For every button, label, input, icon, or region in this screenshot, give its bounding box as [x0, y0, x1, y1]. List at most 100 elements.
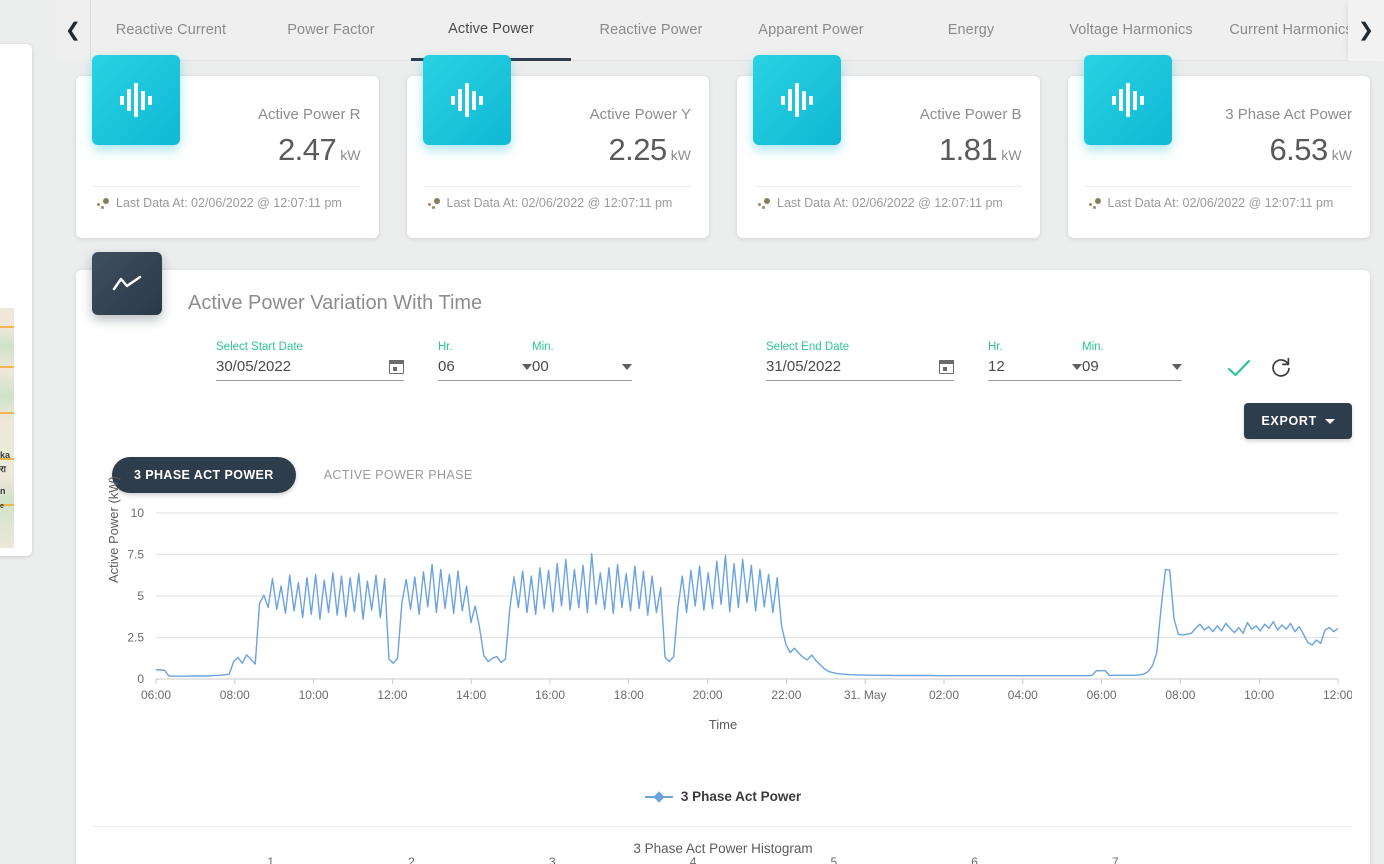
kpi-last-data: Last Data At: 02/06/2022 @ 12:07:11 pm: [1107, 196, 1334, 210]
kpi-card[interactable]: 3 Phase Act Power 6.53 kW Last Data At: 02/…: [1067, 55, 1370, 238]
start-date-value: 30/05/2022: [216, 358, 292, 375]
map-thumbnail[interactable]: ka रा n e: [0, 308, 14, 548]
start-hour-value: 06: [438, 358, 455, 375]
kpi-footer: Last Data At: 02/06/2022 @ 12:07:11 pm: [94, 187, 361, 210]
histogram-svg: 1 2 3 4 5 6 7: [267, 855, 1119, 864]
tab-power-factor[interactable]: Power Factor: [251, 0, 411, 61]
x-axis-label: Time: [708, 717, 738, 732]
svg-text:2.5: 2.5: [127, 631, 144, 645]
trend-line-icon: [92, 252, 162, 315]
series-toggle-group: 3 PHASE ACT POWER ACTIVE POWER PHASE: [94, 439, 1352, 493]
apply-filter-button[interactable]: [1226, 355, 1252, 381]
end-hour-value: 12: [988, 358, 1005, 375]
waveform-icon: [753, 55, 841, 145]
tab-reactive-power[interactable]: Reactive Power: [571, 0, 731, 61]
date-range-filters: Select Start Date 30/05/2022 Hr. 06 Min.…: [94, 315, 1352, 381]
data-point-icon: [1088, 197, 1101, 210]
svg-text:12:00: 12:00: [1323, 688, 1352, 702]
svg-text:08:00: 08:00: [1165, 688, 1195, 702]
svg-text:0: 0: [137, 672, 144, 686]
kpi-card-row: Active Power R 2.47 kW Last Data At: 02/06/…: [76, 55, 1370, 238]
tab-apparent-power[interactable]: Apparent Power: [731, 0, 891, 61]
svg-text:14:00: 14:00: [456, 688, 486, 702]
legend-marker-icon: [644, 790, 673, 803]
start-minute-select[interactable]: Min. 00: [532, 341, 632, 381]
series-toggle-1[interactable]: 3 PHASE ACT POWER: [112, 457, 296, 493]
chart-legend[interactable]: 3 Phase Act Power: [94, 763, 1352, 804]
end-date-label: Select End Date: [766, 341, 850, 353]
waveform-icon: [92, 55, 180, 145]
tab-current-harmonics[interactable]: Current Harmonics: [1211, 0, 1371, 61]
chevron-left-icon[interactable]: ❮: [56, 0, 90, 61]
histogram-title: 3 Phase Act Power Histogram: [633, 841, 813, 856]
left-overview-card[interactable]: ka रा n e: [0, 44, 32, 556]
kpi-footer: Last Data At: 02/06/2022 @ 12:07:11 pm: [425, 187, 692, 210]
legend-label: 3 Phase Act Power: [680, 789, 802, 804]
end-hour-select[interactable]: Hr. 12: [988, 341, 1082, 381]
kpi-value: 2.25: [608, 132, 667, 167]
calendar-icon[interactable]: [389, 359, 404, 374]
start-hour-label: Hr.: [438, 341, 453, 353]
svg-text:12:00: 12:00: [377, 688, 407, 702]
chevron-down-icon[interactable]: [522, 363, 532, 370]
end-minute-value: 09: [1082, 358, 1099, 375]
kpi-value: 1.81: [938, 132, 998, 167]
kpi-value: 6.53: [1269, 132, 1328, 167]
svg-text:10: 10: [131, 506, 145, 520]
svg-text:02:00: 02:00: [929, 688, 959, 702]
svg-text:1: 1: [267, 855, 274, 864]
end-minute-label: Min.: [1082, 341, 1104, 353]
svg-text:6: 6: [971, 855, 978, 864]
refresh-icon[interactable]: [1268, 355, 1294, 381]
kpi-card[interactable]: Active Power Y 2.25 kW Last Data At: 02/06/…: [406, 55, 709, 238]
line-chart-svg: 0 2.5 5 7.5 10 06:00 08:00 10:00 12:00 14:00 16:00…: [127, 506, 1352, 702]
end-date-field[interactable]: Select End Date 31/05/2022: [766, 341, 954, 381]
tab-active-power[interactable]: Active Power: [411, 0, 571, 61]
chevron-down-icon[interactable]: [1172, 363, 1182, 370]
chevron-down-icon[interactable]: [1072, 363, 1082, 370]
chevron-right-icon[interactable]: ❯: [1348, 0, 1384, 61]
svg-text:3: 3: [549, 855, 556, 864]
start-minute-label: Min.: [532, 341, 554, 353]
kpi-value: 2.47: [277, 132, 337, 167]
metric-tabbar: ❮ Reactive Current Power Factor Active Pow…: [56, 0, 1384, 61]
active-power-histogram[interactable]: 3 Phase Act Power Histogram 2000 3 Ph 12…: [94, 833, 1352, 864]
section-divider: [94, 826, 1352, 827]
svg-text:10:00: 10:00: [1244, 688, 1274, 702]
kpi-card[interactable]: Active Power R 2.47 kW Last Data At: 02/06/…: [76, 55, 379, 238]
data-point-icon: [96, 197, 109, 210]
kpi-footer: Last Data At: 02/06/2022 @ 12:07:11 pm: [1086, 187, 1353, 210]
tab-scroll-region: Reactive Current Power Factor Active Power…: [90, 0, 1384, 61]
tab-energy[interactable]: Energy: [891, 0, 1051, 61]
tab-reactive-current[interactable]: Reactive Current: [91, 0, 251, 61]
svg-text:04:00: 04:00: [1008, 688, 1038, 702]
chevron-down-icon: [1325, 418, 1335, 424]
svg-text:7.5: 7.5: [127, 548, 144, 562]
tab-voltage-harmonics[interactable]: Voltage Harmonics: [1051, 0, 1211, 61]
end-hour-label: Hr.: [988, 341, 1003, 353]
panel-title: Active Power Variation With Time: [188, 292, 483, 314]
end-minute-select[interactable]: Min. 09: [1082, 341, 1182, 381]
start-hour-select[interactable]: Hr. 06: [438, 341, 532, 381]
svg-text:5: 5: [137, 589, 144, 603]
svg-text:20:00: 20:00: [693, 688, 723, 702]
kpi-last-data: Last Data At: 02/06/2022 @ 12:07:11 pm: [116, 196, 342, 210]
kpi-card[interactable]: Active Power B 1.81 kW Last Data At: 02/06/…: [737, 55, 1040, 238]
export-button-label: EXPORT: [1261, 414, 1317, 428]
export-button[interactable]: EXPORT: [1244, 403, 1352, 439]
start-date-label: Select Start Date: [216, 341, 303, 353]
kpi-unit: kW: [1331, 147, 1352, 163]
kpi-unit: kW: [670, 147, 691, 163]
svg-text:06:00: 06:00: [141, 688, 171, 702]
active-power-line-chart[interactable]: Active Power (kW) 0 2.5 5 7.5 10 06:00 08:00 10…: [94, 476, 1352, 763]
chart-panel: Active Power Variation With Time Select …: [76, 252, 1370, 864]
svg-text:10:00: 10:00: [299, 688, 329, 702]
chevron-down-icon[interactable]: [622, 363, 632, 370]
svg-text:5: 5: [830, 855, 837, 864]
start-date-field[interactable]: Select Start Date 30/05/2022: [216, 341, 404, 381]
calendar-icon[interactable]: [939, 359, 954, 374]
kpi-unit: kW: [340, 147, 361, 163]
series-toggle-2[interactable]: ACTIVE POWER PHASE: [302, 457, 495, 493]
end-date-value: 31/05/2022: [766, 358, 842, 375]
svg-text:2: 2: [408, 855, 415, 864]
